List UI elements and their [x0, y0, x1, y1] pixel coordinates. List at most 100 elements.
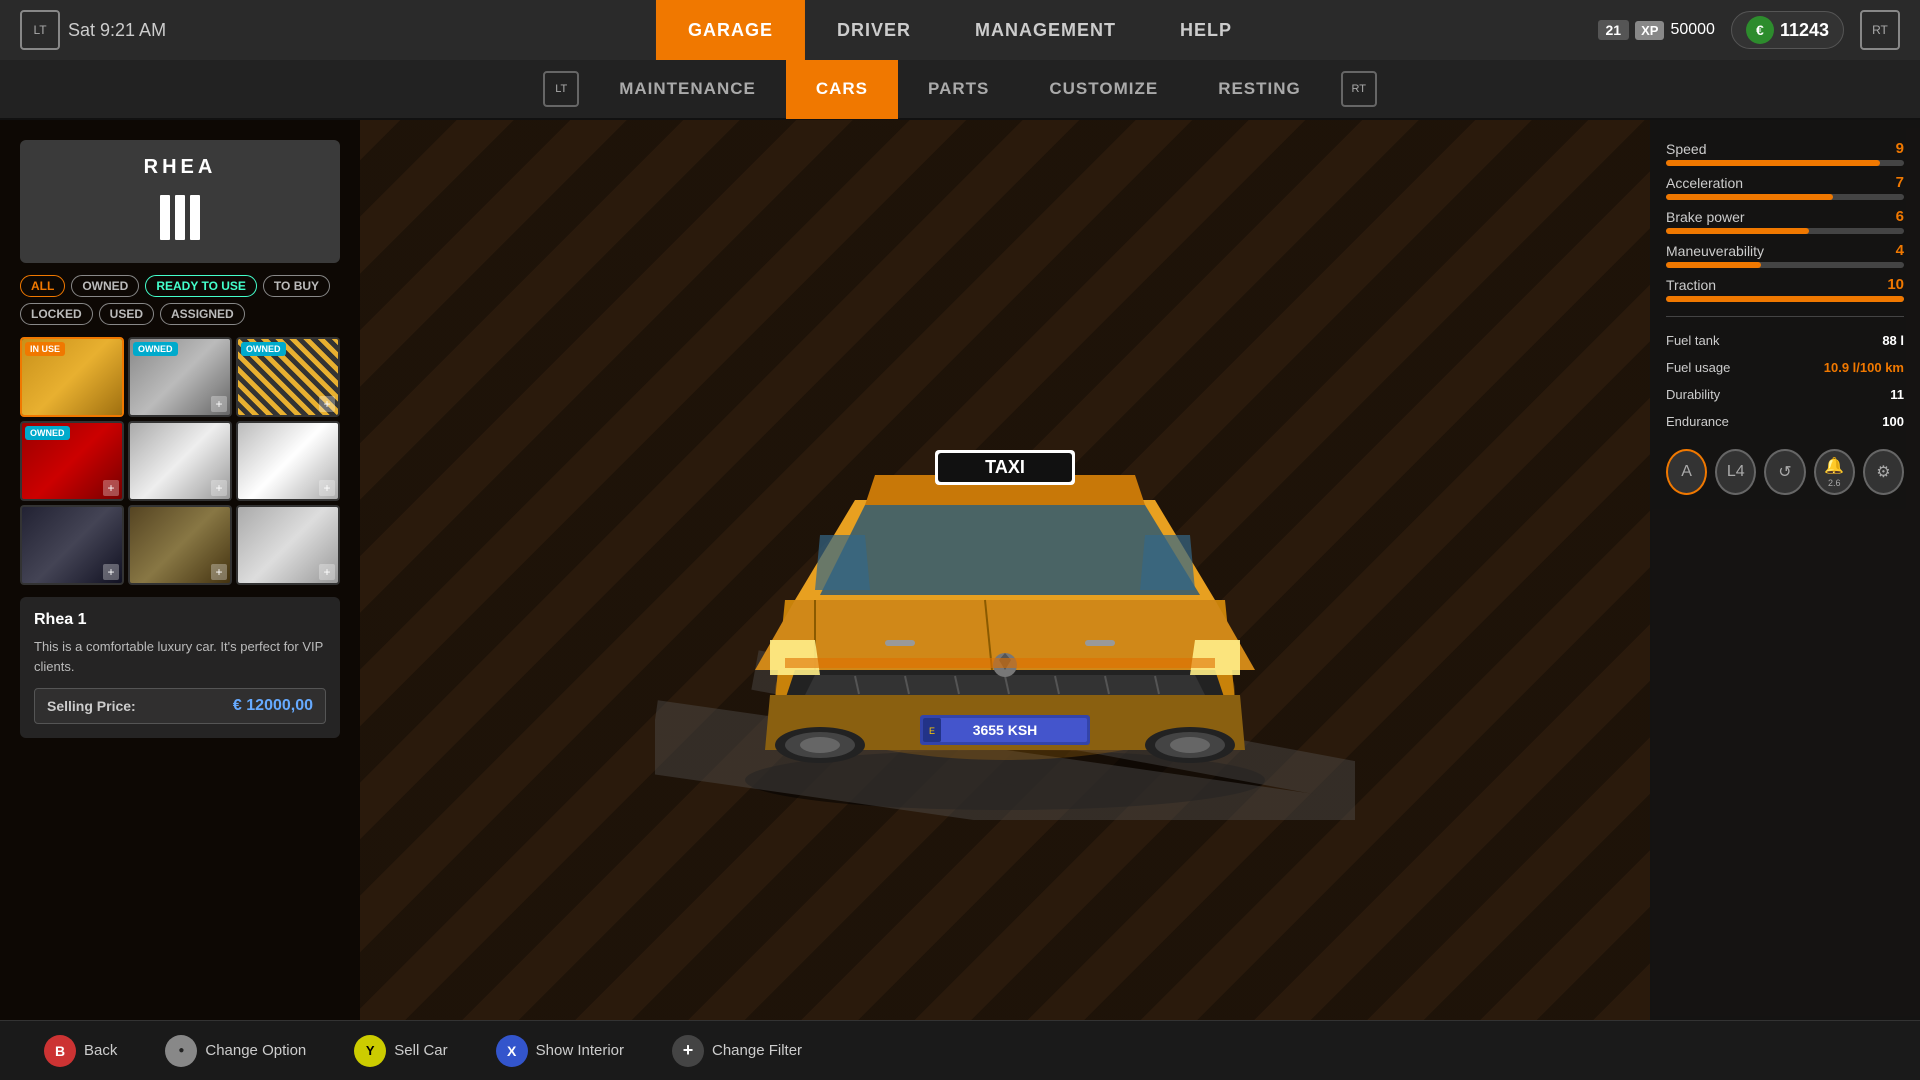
- stat-speed: Speed 9: [1666, 140, 1904, 166]
- subnav-cars[interactable]: CARS: [786, 59, 898, 119]
- car-thumb-0[interactable]: IN USE: [20, 337, 124, 417]
- rt-icon[interactable]: RT: [1860, 10, 1900, 50]
- action-change-option[interactable]: ● Change Option: [141, 1021, 330, 1080]
- svg-text:E: E: [929, 726, 935, 736]
- stat-maneuver-label: Maneuverability: [1666, 243, 1764, 259]
- car-badge-3: OWNED: [25, 426, 70, 440]
- lt-icon[interactable]: LT: [20, 10, 60, 50]
- svg-text:3655 KSH: 3655 KSH: [973, 722, 1038, 738]
- car-icon-l4[interactable]: L4: [1715, 449, 1756, 495]
- top-bar-right: 21 XP 50000 € 11243 RT: [1598, 10, 1900, 50]
- xp-level: 21: [1598, 20, 1630, 40]
- car-plus-8: +: [319, 564, 335, 580]
- car-thumb-1[interactable]: OWNED +: [128, 337, 232, 417]
- car-brand-name: RHEA: [144, 156, 217, 179]
- car-thumb-7[interactable]: +: [128, 505, 232, 585]
- circle-button: ●: [165, 1035, 197, 1067]
- price-label: Selling Price:: [47, 698, 136, 714]
- car-icon-auto[interactable]: A: [1666, 449, 1707, 495]
- car-icon-alert[interactable]: 🔔 2.6: [1814, 449, 1855, 495]
- car-plus-6: +: [103, 564, 119, 580]
- stat-accel-fill: [1666, 194, 1833, 200]
- nav-garage[interactable]: GARAGE: [656, 0, 805, 60]
- money-badge: € 11243: [1731, 11, 1844, 49]
- stat-maneuver-bar: [1666, 262, 1904, 268]
- tag-to-buy[interactable]: TO BUY: [263, 275, 330, 297]
- detail-fuel-usage: Fuel usage 10.9 l/100 km: [1666, 358, 1904, 377]
- tag-used[interactable]: USED: [99, 303, 154, 325]
- datetime: Sat 9:21 AM: [68, 20, 166, 41]
- tag-all[interactable]: ALL: [20, 275, 65, 297]
- detail-endurance: Endurance 100: [1666, 412, 1904, 431]
- datetime-area: LT Sat 9:21 AM: [20, 10, 166, 50]
- detail-durability: Durability 11: [1666, 385, 1904, 404]
- action-show-interior[interactable]: X Show Interior: [472, 1021, 648, 1080]
- stat-brake-label: Brake power: [1666, 209, 1745, 225]
- bottom-bar: B Back ● Change Option Y Sell Car X Show…: [0, 1020, 1920, 1080]
- car-desc: This is a comfortable luxury car. It's p…: [34, 637, 326, 676]
- sub-rt-icon[interactable]: RT: [1341, 71, 1377, 107]
- stat-divider: [1666, 316, 1904, 317]
- car-plus-7: +: [211, 564, 227, 580]
- stat-accel-bar: [1666, 194, 1904, 200]
- car-plus-4: +: [211, 480, 227, 496]
- car-thumb-6[interactable]: +: [20, 505, 124, 585]
- tag-assigned[interactable]: ASSIGNED: [160, 303, 245, 325]
- money-value: 11243: [1780, 20, 1829, 41]
- action-back[interactable]: B Back: [20, 1021, 141, 1080]
- action-change-filter[interactable]: + Change Filter: [648, 1021, 826, 1080]
- car-thumb-8[interactable]: +: [236, 505, 340, 585]
- subnav-resting[interactable]: RESTING: [1188, 59, 1331, 119]
- back-label: Back: [84, 1042, 117, 1059]
- tag-ready-to-use[interactable]: READY TO USE: [145, 275, 257, 297]
- price-value: € 12000,00: [233, 697, 313, 715]
- car-name: Rhea 1: [34, 611, 326, 629]
- euro-circle: €: [1746, 16, 1774, 44]
- sell-car-label: Sell Car: [394, 1042, 447, 1059]
- stat-maneuver: Maneuverability 4: [1666, 242, 1904, 268]
- stat-traction: Traction 10: [1666, 276, 1904, 302]
- car-thumb-2[interactable]: OWNED +: [236, 337, 340, 417]
- sub-lt-icon[interactable]: LT: [543, 71, 579, 107]
- car-plus-2: +: [319, 396, 335, 412]
- stat-speed-fill: [1666, 160, 1880, 166]
- stat-accel-label: Acceleration: [1666, 175, 1743, 191]
- car-thumb-3[interactable]: OWNED +: [20, 421, 124, 501]
- tag-owned[interactable]: OWNED: [71, 275, 139, 297]
- car-info-box: Rhea 1 This is a comfortable luxury car.…: [20, 597, 340, 738]
- stat-speed-val: 9: [1896, 140, 1904, 157]
- car-icons-row: A L4 ↺ 🔔 2.6 ⚙: [1666, 449, 1904, 495]
- stat-speed-label: Speed: [1666, 141, 1706, 157]
- center-area: TAXI: [360, 120, 1650, 1020]
- settings-icon: ⚙: [1876, 462, 1890, 482]
- nav-help[interactable]: HELP: [1148, 0, 1264, 60]
- subnav-parts[interactable]: PARTS: [898, 59, 1019, 119]
- xp-badge: 21 XP 50000: [1598, 20, 1715, 40]
- l4-icon: L4: [1727, 463, 1745, 481]
- car-thumb-5[interactable]: +: [236, 421, 340, 501]
- tag-locked[interactable]: LOCKED: [20, 303, 93, 325]
- sub-nav: LT MAINTENANCE CARS PARTS CUSTOMIZE REST…: [0, 60, 1920, 120]
- svg-text:TAXI: TAXI: [985, 457, 1025, 477]
- y-button: Y: [354, 1035, 386, 1067]
- car-brand-box: RHEA: [20, 140, 340, 263]
- change-option-label: Change Option: [205, 1042, 306, 1059]
- subnav-customize[interactable]: CUSTOMIZE: [1019, 59, 1188, 119]
- auto-icon: A: [1681, 463, 1692, 481]
- stat-accel: Acceleration 7: [1666, 174, 1904, 200]
- car-icon-turbo[interactable]: ↺: [1764, 449, 1805, 495]
- stat-accel-val: 7: [1896, 174, 1904, 191]
- car-icon-settings[interactable]: ⚙: [1863, 449, 1904, 495]
- plus-button: +: [672, 1035, 704, 1067]
- car-thumb-4[interactable]: +: [128, 421, 232, 501]
- b-button: B: [44, 1035, 76, 1067]
- top-bar: LT Sat 9:21 AM GARAGE DRIVER MANAGEMENT …: [0, 0, 1920, 60]
- main-content: RHEA ALL OWNED READY TO USE TO BUY LOCKE…: [0, 120, 1920, 1020]
- brand-logo: [150, 187, 210, 247]
- nav-management[interactable]: MANAGEMENT: [943, 0, 1148, 60]
- nav-driver[interactable]: DRIVER: [805, 0, 943, 60]
- action-sell-car[interactable]: Y Sell Car: [330, 1021, 471, 1080]
- detail-fuel-usage-label: Fuel usage: [1666, 360, 1730, 375]
- car-plus-5: +: [319, 480, 335, 496]
- subnav-maintenance[interactable]: MAINTENANCE: [589, 59, 786, 119]
